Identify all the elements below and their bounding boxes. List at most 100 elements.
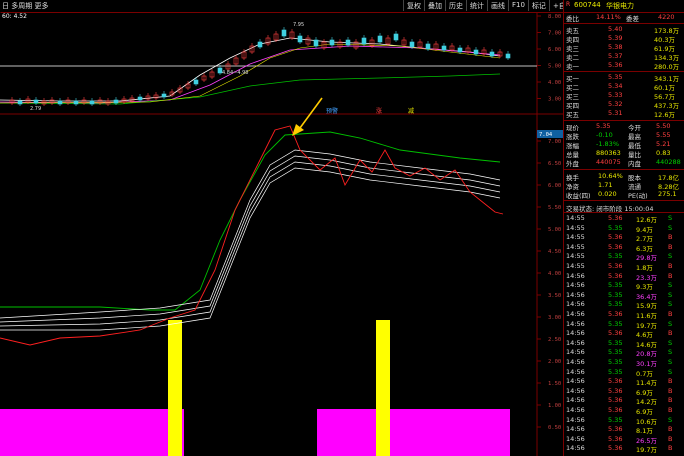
trade-time: 14:56 <box>566 444 585 453</box>
bid-price: 5.31 <box>608 109 623 117</box>
trade-volume: 26.5万 <box>636 436 657 445</box>
lower-axis-tick: 7.00 <box>548 139 561 145</box>
lower-indicator-pane: 预警 涨 减 <box>0 97 510 456</box>
upper-axis-tick: 4.00 <box>548 80 561 86</box>
weibi-row: 委比 14.11% 委差 4220 <box>564 13 684 23</box>
annotation-mid: 4.84~4.98 <box>222 70 248 76</box>
stat-row: 外盘 440075 内盘 440288 <box>564 158 684 168</box>
trade-time: 14:56 <box>566 271 585 280</box>
annotation-low: 2.79 <box>30 106 41 112</box>
chart-area: 7.95 4.84~4.98 2.79 预警 涨 减 8.00 7.00 6.00 5.00 4… <box>0 12 563 456</box>
lower-axis-tick: 6.50 <box>548 161 561 167</box>
trade-volume: 11.4万 <box>636 379 657 388</box>
stat2-row: 净资 1.71 流通 8.28亿 <box>564 181 684 191</box>
candle-body <box>425 43 431 50</box>
ma-line-yellow <box>0 43 501 104</box>
trade-row: 14:55 5.36 6.3万 B <box>564 243 684 253</box>
trade-price: 5.36 <box>608 214 623 222</box>
candle-body <box>473 49 479 55</box>
trade-side: B <box>668 396 673 405</box>
bid-price: 5.32 <box>608 100 623 108</box>
stat-value: 10.64% <box>598 172 623 180</box>
trade-price: 5.35 <box>608 223 623 232</box>
magenta-bar <box>317 409 510 456</box>
candle-body <box>161 93 167 98</box>
trade-volume: 10.6万 <box>636 417 657 426</box>
bid-price: 5.35 <box>608 73 623 81</box>
stock-name: 华银电力 <box>606 2 634 10</box>
upper-axis-tick: 6.00 <box>548 47 561 53</box>
price-marker-label: 7.04 <box>539 132 553 138</box>
trade-price: 5.36 <box>608 310 623 318</box>
trade-volume: 14.2万 <box>636 398 657 407</box>
trade-volume: 20.8万 <box>636 350 657 359</box>
stat-value: 440075 <box>596 158 621 166</box>
upper-axis-tick: 7.00 <box>548 31 561 37</box>
ask-price: 5.40 <box>608 25 623 33</box>
trade-price: 5.36 <box>608 396 623 405</box>
bid-row: 买五 5.31 12.6万 <box>564 109 684 119</box>
stat-value: 0.83 <box>656 149 671 157</box>
stat-label: 内盘 <box>628 160 641 168</box>
trade-volume: 23.3万 <box>636 273 657 282</box>
trade-volume: 2.7万 <box>636 235 653 244</box>
stat2-row: 换手 10.64% 股本 17.8亿 <box>564 172 684 182</box>
stat-row: 总量 880363 量比 0.83 <box>564 149 684 159</box>
trade-price: 5.36 <box>608 386 623 395</box>
trade-time: 14:56 <box>566 386 585 395</box>
upper-axis-tick: 5.00 <box>548 64 561 70</box>
stat-value: 5.21 <box>656 140 671 148</box>
trade-status-row: 交易状态: 闭市阶段 15:00:04 <box>564 203 684 213</box>
candle-body <box>33 99 39 104</box>
trade-price: 5.35 <box>608 252 623 261</box>
stat-value: 5.35 <box>596 122 611 130</box>
lower-axis-tick: 0.50 <box>548 425 561 431</box>
stat-value: 0.020 <box>598 190 617 198</box>
lower-axis-tick: 3.00 <box>548 315 561 321</box>
trade-price: 5.36 <box>608 233 623 242</box>
candle-body <box>345 39 351 46</box>
indicator-white-band <box>0 149 501 319</box>
bid-label: 买五 <box>566 111 579 119</box>
candle-body <box>377 35 383 43</box>
stat-value: 440288 <box>656 158 681 166</box>
ask-price: 5.38 <box>608 43 623 51</box>
trade-price: 5.36 <box>608 434 623 443</box>
trade-time: 14:56 <box>566 406 585 414</box>
stat-row: 涨跌 -0.10 最高 5.55 <box>564 131 684 141</box>
lower-axis-tick: 5.50 <box>548 205 561 211</box>
candle-body <box>89 100 95 105</box>
candle-body <box>393 33 399 41</box>
candle-body <box>257 41 263 48</box>
ask-label: 卖一 <box>566 63 579 71</box>
trade-side: S <box>668 281 673 290</box>
trade-row: 14:56 5.36 14.2万 B <box>564 396 684 407</box>
ask-row: 卖一 5.36 280.0万 <box>564 61 684 71</box>
candle-body <box>489 51 495 57</box>
trade-side: S <box>668 214 673 222</box>
candle-body <box>409 41 415 48</box>
stat-value: 5.50 <box>656 122 671 130</box>
bid-row: 买四 5.32 437.3万 <box>564 100 684 110</box>
trade-row: 14:56 5.36 6.9万 B <box>564 406 684 416</box>
trade-side: S <box>668 338 673 347</box>
lower-axis-tick: 1.00 <box>548 403 561 409</box>
trade-volume: 6.3万 <box>636 244 653 253</box>
indicator-white-band <box>0 167 501 331</box>
trade-side: B <box>668 377 673 386</box>
trade-volume: 8.1万 <box>636 427 653 436</box>
trade-side: S <box>668 415 673 424</box>
weicha-label: 委差 <box>626 15 639 23</box>
trade-row: 14:56 5.35 10.6万 S <box>564 415 684 426</box>
stat-label: PE(动) <box>628 192 648 200</box>
trade-row: 14:56 5.36 23.3万 B <box>564 271 684 282</box>
trade-side: S <box>668 300 673 309</box>
ask-row: 卖五 5.40 173.8万 <box>564 25 684 35</box>
trade-time: 14:56 <box>566 396 585 405</box>
candle-body <box>73 100 79 105</box>
signal-label-0: 预警 <box>326 107 338 115</box>
stat2-row: 收益(四) 0.020 PE(动) 275.1 <box>564 190 684 200</box>
trade-price: 5.36 <box>608 262 623 270</box>
trade-row: 14:56 5.35 19.7万 S <box>564 320 684 330</box>
magenta-bar <box>0 409 184 456</box>
